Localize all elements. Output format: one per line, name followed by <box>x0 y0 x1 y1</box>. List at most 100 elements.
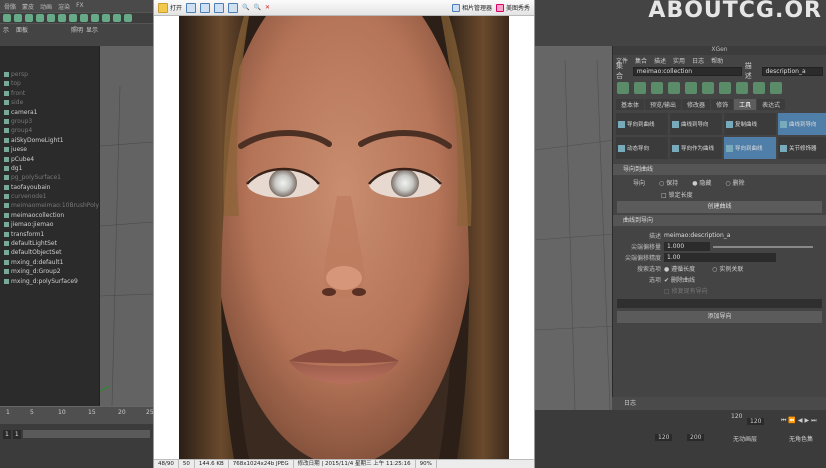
menu-item[interactable]: 骨骼 <box>4 2 16 11</box>
open-button[interactable]: 打开 <box>158 2 182 13</box>
add-guides-button[interactable]: 添加导向 <box>617 311 822 323</box>
panel-tab[interactable]: 示 <box>3 25 9 34</box>
panel-tab[interactable]: 面板 <box>16 25 28 34</box>
add-guide-icon[interactable] <box>651 82 663 94</box>
utility-tool-button[interactable]: 曲线到导向 <box>778 113 826 135</box>
xgen-tab[interactable]: 工具 <box>734 99 757 110</box>
range-slider-bar[interactable] <box>22 430 150 438</box>
guides-to-curves-section[interactable]: 导向到曲线 <box>613 164 826 175</box>
range-end-field[interactable]: 120 <box>655 434 673 441</box>
meitu-button[interactable]: 美图秀秀 <box>495 3 530 12</box>
menu-item[interactable]: FX <box>76 2 84 10</box>
repair-guides-checkbox[interactable]: □ 修复现有导向 <box>664 286 708 295</box>
curves-to-guides-section[interactable]: 曲线到导向 <box>613 215 826 226</box>
anim-layer-dropdown[interactable]: 无动画层 <box>733 434 757 443</box>
log-section[interactable]: 日志 <box>612 397 826 410</box>
outliner-item[interactable]: taofayoubain <box>0 183 99 192</box>
fit-window-icon[interactable] <box>214 2 225 13</box>
outliner-item[interactable]: top <box>0 79 99 88</box>
outliner-item[interactable]: persp <box>0 70 99 79</box>
outliner-item[interactable]: defaultObjectSet <box>0 248 99 257</box>
outliner-item[interactable]: transform1 <box>0 230 99 239</box>
menu-item[interactable]: 蒙皮 <box>22 2 34 11</box>
max-range-field[interactable]: 200 <box>687 434 705 441</box>
sculpt-guide-icon[interactable] <box>668 82 680 94</box>
shelf-tool-icon[interactable] <box>36 14 44 22</box>
lock-length-checkbox[interactable]: □ 锁定长度 <box>661 190 693 199</box>
outliner-item[interactable]: group4 <box>0 126 99 135</box>
create-description-icon[interactable] <box>617 82 629 94</box>
shelf-tool-icon[interactable] <box>14 14 22 22</box>
outliner-item[interactable]: curvenode1 <box>0 192 99 201</box>
outliner-item[interactable]: mxing_d:polySurface9 <box>0 277 99 286</box>
shelf-tool-icon[interactable] <box>47 14 55 22</box>
current-frame-field[interactable]: 120 <box>747 418 765 425</box>
shelf-tool-icon[interactable] <box>3 14 11 22</box>
guide-tool-icon[interactable] <box>736 82 748 94</box>
utility-tool-button[interactable]: 导向作为曲线 <box>670 137 722 159</box>
character-set-dropdown[interactable]: 无角色集 <box>789 434 813 443</box>
guide-tool-icon[interactable] <box>770 82 782 94</box>
outliner-item[interactable]: meimaomeimao:10BrushPolyMe <box>0 201 99 210</box>
xgen-menu-item[interactable]: 集合 <box>635 56 647 65</box>
menu-item[interactable]: 渲染 <box>58 2 70 11</box>
collection-dropdown[interactable]: meimao:collection <box>632 66 742 76</box>
shelf-tool-icon[interactable] <box>124 14 132 22</box>
left-viewport[interactable] <box>99 46 154 407</box>
zoom-in-icon[interactable]: 🔍 <box>242 4 249 11</box>
tip-precision-input[interactable]: 1.00 <box>664 253 776 262</box>
create-curves-button[interactable]: 创建曲线 <box>617 201 822 213</box>
tip-offset-input[interactable]: 1.000 <box>664 242 710 251</box>
shelf-tool-icon[interactable] <box>58 14 66 22</box>
xgen-tab[interactable]: 修饰 <box>711 99 734 110</box>
close-icon[interactable]: ✕ <box>265 4 270 11</box>
viewport-tab[interactable]: 显示 <box>86 25 98 34</box>
search-option-instance[interactable]: ○ 实例关联 <box>712 264 743 273</box>
utility-tool-button[interactable]: 复制曲线 <box>724 113 776 135</box>
utility-tool-button[interactable]: 曲线到导向 <box>670 113 722 135</box>
outliner-item[interactable]: pCube4 <box>0 155 99 164</box>
shelf-tool-icon[interactable] <box>69 14 77 22</box>
shelf-tool-icon[interactable] <box>80 14 88 22</box>
image-edit-icon[interactable] <box>200 2 211 13</box>
range-start-field[interactable]: 1 <box>3 429 11 439</box>
xgen-menu-item[interactable]: 实用 <box>673 56 685 65</box>
outliner-item[interactable]: defaultLightSet <box>0 239 99 248</box>
outliner-item[interactable]: pg_polySurface1 <box>0 173 99 182</box>
xgen-tab[interactable]: 预览/输出 <box>645 99 682 110</box>
guide-tool-icon[interactable] <box>685 82 697 94</box>
outliner-item[interactable]: mxing_d:Group2 <box>0 267 99 276</box>
right-viewport[interactable] <box>534 0 616 411</box>
utility-tool-button[interactable]: 导向到曲线 <box>724 137 776 159</box>
search-option-match-length[interactable]: ● 遵循长度 <box>664 264 695 273</box>
utility-tool-button[interactable]: 关节修饰器 <box>778 137 826 159</box>
outliner-item[interactable]: meimaocollection <box>0 211 99 220</box>
outliner-item[interactable]: aiSkyDomeLight1 <box>0 136 99 145</box>
guide-tool-icon[interactable] <box>702 82 714 94</box>
go-start-icon[interactable]: ⏮ <box>781 417 786 425</box>
xgen-tab[interactable]: 修改器 <box>682 99 711 110</box>
guide-tool-icon[interactable] <box>719 82 731 94</box>
xgen-menu-item[interactable]: 帮助 <box>711 56 723 65</box>
time-slider[interactable]: 1 5 10 15 20 25 <box>0 406 154 424</box>
shelf-tool-icon[interactable] <box>113 14 121 22</box>
outliner-item[interactable]: camera1 <box>0 108 99 117</box>
collection-icon[interactable] <box>634 82 646 94</box>
utility-tool-button[interactable]: 导向到曲线 <box>616 113 668 135</box>
xgen-tab[interactable]: 表达式 <box>757 99 786 110</box>
shelf-tool-icon[interactable] <box>25 14 33 22</box>
guide-tool-icon[interactable] <box>753 82 765 94</box>
radio-hide[interactable]: ● 隐藏 <box>692 178 711 187</box>
step-back-icon[interactable]: ⏪ <box>788 417 795 425</box>
outliner-item[interactable]: side <box>0 98 99 107</box>
menu-item[interactable]: 动画 <box>40 2 52 11</box>
actual-size-icon[interactable] <box>228 2 239 13</box>
shelf-tool-icon[interactable] <box>91 14 99 22</box>
radio-delete[interactable]: ○ 删除 <box>725 178 744 187</box>
photo-manager-button[interactable]: 相片管理器 <box>451 3 492 12</box>
tip-offset-slider[interactable] <box>713 245 813 248</box>
outliner-item[interactable]: juese <box>0 145 99 154</box>
delete-curves-checkbox[interactable]: ✔ 删除曲线 <box>664 275 695 284</box>
range-current-field[interactable]: 1 <box>12 429 21 439</box>
viewport-tab[interactable]: 照明 <box>71 25 83 34</box>
